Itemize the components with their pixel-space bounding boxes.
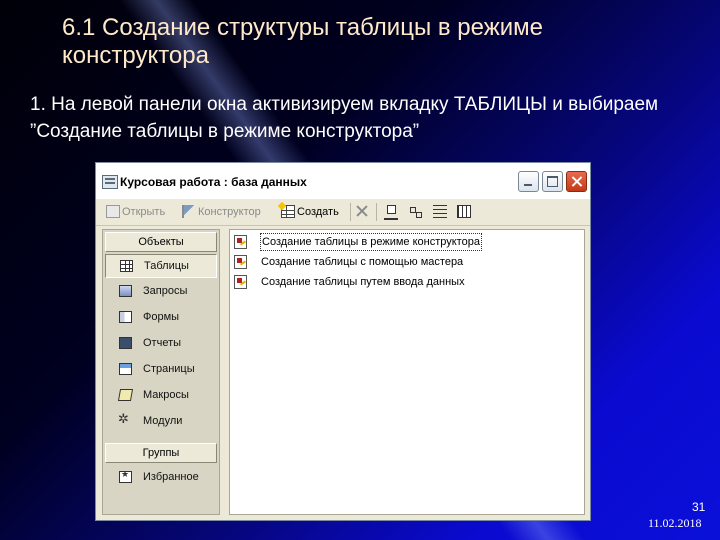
slide-body-text: 1. На левой панели окна активизируем вкл…: [30, 94, 659, 142]
maximize-button[interactable]: [542, 171, 563, 192]
window-title: Курсовая работа : база данных: [120, 175, 307, 189]
form-icon: [119, 311, 132, 323]
report-icon: [119, 337, 132, 349]
sidebar-item-tables[interactable]: Таблицы: [105, 254, 217, 278]
create-button[interactable]: Создать: [281, 204, 347, 220]
objects-header[interactable]: Объекты: [105, 232, 217, 252]
sidebar-item-label: Запросы: [143, 285, 188, 297]
details-view-icon[interactable]: [457, 205, 471, 218]
delete-icon[interactable]: [355, 204, 369, 217]
database-window: Курсовая работа : база данных Открыть Ко…: [95, 162, 591, 521]
wizard-icon: [234, 235, 247, 249]
sidebar-item-label: Формы: [143, 311, 180, 323]
sidebar-item-forms[interactable]: Формы: [105, 306, 217, 330]
large-icons-view-icon[interactable]: [384, 205, 398, 220]
table-icon: [120, 260, 133, 272]
close-button[interactable]: [566, 171, 587, 192]
sidebar-item-pages[interactable]: Страницы: [105, 358, 217, 382]
design-button-label: Конструктор: [198, 206, 261, 218]
sidebar-item-macros[interactable]: Макросы: [105, 384, 217, 408]
open-button[interactable]: Открыть: [106, 204, 172, 220]
slide-date: 11.02.2018: [648, 516, 702, 530]
wizard-icon: [234, 255, 247, 269]
tables-list: Создание таблицы в режиме конструктора С…: [229, 229, 585, 515]
wizard-icon: [234, 275, 247, 289]
minimize-button[interactable]: [518, 171, 539, 192]
groups-header[interactable]: Группы: [105, 443, 217, 463]
list-view-icon[interactable]: [433, 205, 447, 218]
design-icon: [182, 205, 196, 218]
slide-title: 6.1 Создание структуры таблицы в режиме …: [62, 14, 544, 69]
sidebar-item-label: Отчеты: [143, 337, 182, 349]
database-icon: [102, 175, 118, 189]
small-icons-view-icon[interactable]: [409, 205, 423, 218]
sidebar-item-label: Таблицы: [144, 260, 189, 272]
create-button-label: Создать: [297, 206, 339, 218]
sidebar-item-favorites[interactable]: Избранное: [105, 466, 217, 490]
sidebar-item-label: Страницы: [143, 363, 195, 375]
toolbar-separator: [350, 203, 351, 221]
open-button-label: Открыть: [122, 206, 166, 218]
sidebar-item-reports[interactable]: Отчеты: [105, 332, 217, 356]
sidebar-item-modules[interactable]: Модули: [105, 410, 217, 434]
list-item-label: Создание таблицы в режиме конструктора: [260, 233, 482, 251]
sidebar-item-label: Избранное: [143, 471, 199, 483]
toolbar-separator: [376, 203, 377, 221]
query-icon: [119, 285, 132, 297]
macro-icon: [117, 389, 134, 401]
sidebar-item-label: Макросы: [143, 389, 189, 401]
favorites-icon: [119, 470, 132, 483]
sidebar-item-label: Модули: [143, 415, 183, 427]
list-item-label: Создание таблицы путем ввода данных: [261, 276, 465, 288]
sidebar-item-queries[interactable]: Запросы: [105, 280, 217, 304]
window-titlebar[interactable]: Курсовая работа : база данных: [96, 163, 590, 199]
page-icon: [119, 363, 132, 375]
create-table-icon: [281, 205, 295, 218]
objects-sidebar: Объекты Таблицы Запросы Формы Отчеты Стр…: [102, 229, 220, 515]
database-toolbar: Открыть Конструктор Создать: [96, 199, 590, 226]
page-number: 31: [692, 500, 706, 514]
open-icon: [106, 205, 120, 218]
module-icon: [118, 412, 132, 427]
design-button[interactable]: Конструктор: [182, 204, 272, 220]
list-item-label: Создание таблицы с помощью мастера: [261, 256, 464, 268]
